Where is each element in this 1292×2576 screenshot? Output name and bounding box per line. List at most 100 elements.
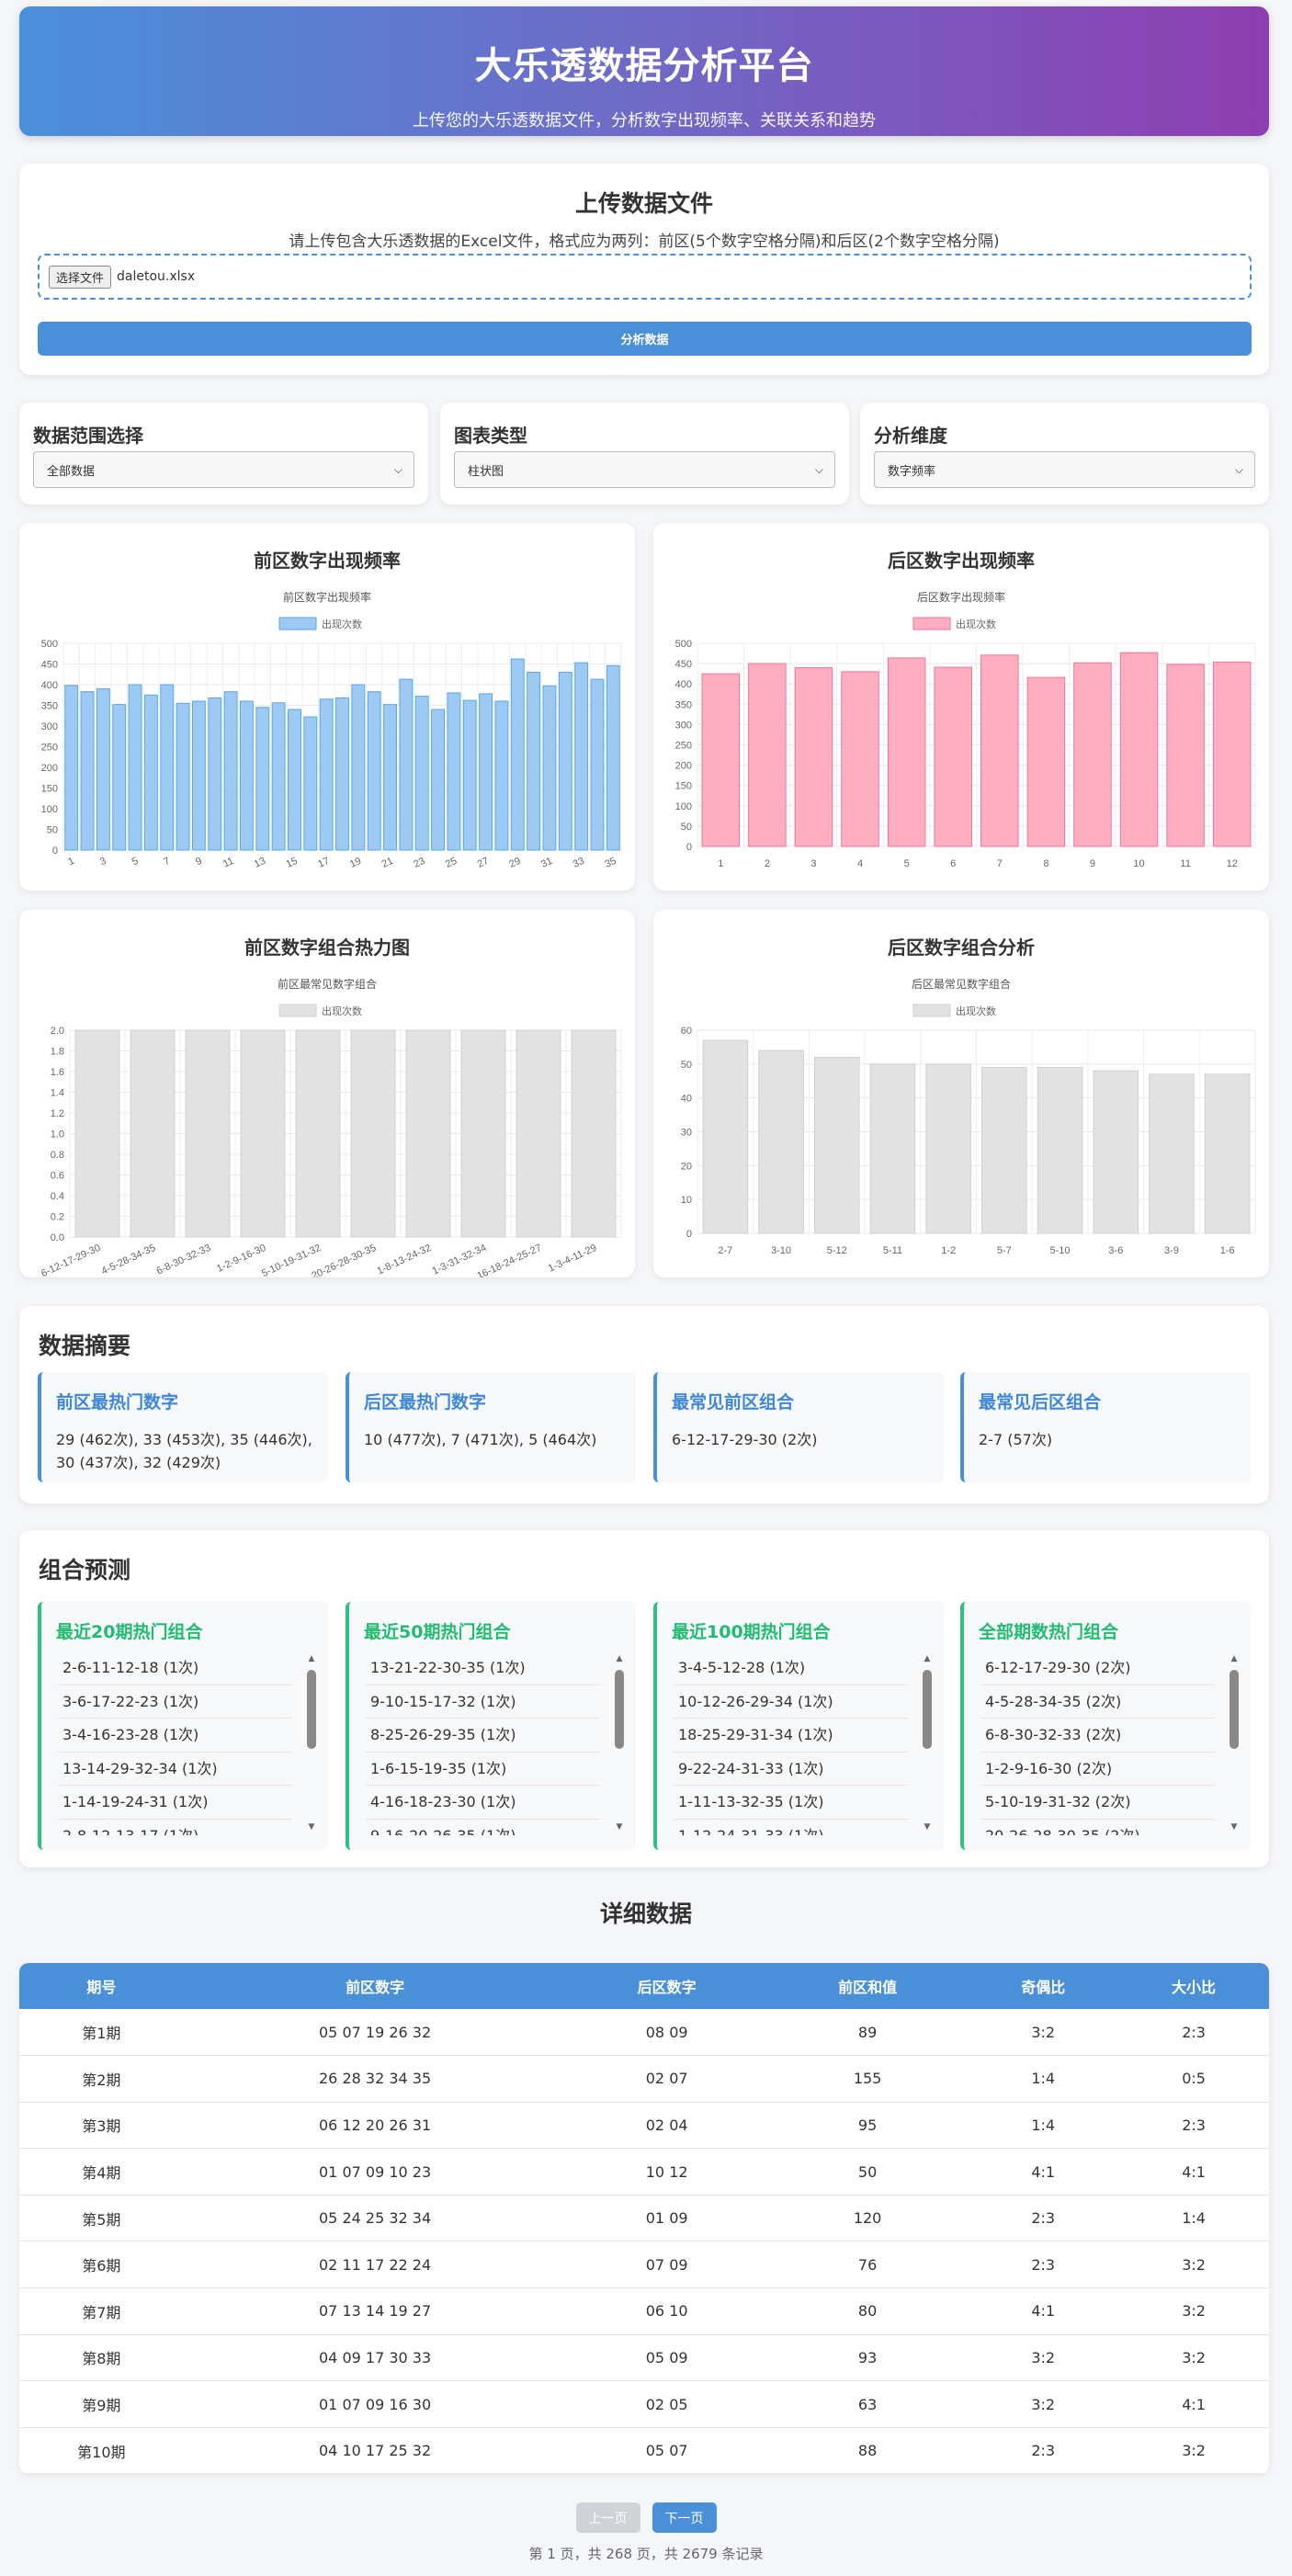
prediction-list[interactable]: 2-6-11-12-18 (1次) 3-6-17-22-23 (1次) 3-4-16… bbox=[58, 1651, 292, 1835]
bar[interactable] bbox=[460, 1029, 506, 1238]
bar[interactable] bbox=[143, 694, 158, 851]
bar[interactable] bbox=[748, 663, 787, 847]
bar[interactable] bbox=[1073, 662, 1112, 847]
scroll-thumb[interactable] bbox=[307, 1670, 316, 1749]
dimension-select[interactable]: 数字频率 ⌵ bbox=[874, 451, 1255, 488]
bar[interactable] bbox=[405, 1029, 451, 1238]
bar[interactable] bbox=[271, 702, 286, 851]
chart-legend[interactable]: 出现次数 bbox=[278, 617, 362, 630]
bar[interactable] bbox=[510, 658, 525, 851]
bar[interactable] bbox=[80, 691, 95, 851]
prev-page-button[interactable]: 上一页 bbox=[575, 2502, 640, 2533]
scrollbar[interactable]: ▲ ▼ bbox=[306, 1653, 317, 1833]
bar[interactable] bbox=[542, 685, 557, 851]
chart-legend[interactable]: 出现次数 bbox=[912, 617, 996, 630]
scroll-down-icon[interactable]: ▼ bbox=[306, 1821, 317, 1833]
next-page-button[interactable]: 下一页 bbox=[652, 2502, 717, 2533]
bar[interactable] bbox=[112, 704, 127, 851]
bar[interactable] bbox=[574, 662, 589, 851]
bar[interactable] bbox=[351, 684, 366, 851]
bar[interactable] bbox=[414, 696, 429, 851]
analyze-button[interactable]: 分析数据 bbox=[38, 322, 1252, 356]
bar[interactable] bbox=[462, 699, 477, 851]
bar[interactable] bbox=[980, 654, 1019, 847]
bar[interactable] bbox=[494, 700, 509, 851]
scroll-up-icon[interactable]: ▲ bbox=[306, 1653, 317, 1664]
bar[interactable] bbox=[527, 672, 541, 851]
bar[interactable] bbox=[794, 667, 833, 847]
prediction-list[interactable]: 6-12-17-29-30 (2次) 4-5-28-34-35 (2次) 6-8-3… bbox=[980, 1651, 1215, 1835]
scroll-down-icon[interactable]: ▼ bbox=[922, 1821, 933, 1833]
bar[interactable] bbox=[255, 707, 270, 851]
bar[interactable] bbox=[367, 691, 381, 851]
scroll-up-icon[interactable]: ▲ bbox=[614, 1653, 625, 1664]
bar[interactable] bbox=[335, 697, 349, 851]
scroll-thumb[interactable] bbox=[615, 1670, 624, 1749]
bar[interactable] bbox=[319, 698, 334, 851]
bar[interactable] bbox=[223, 691, 238, 851]
bar[interactable] bbox=[1093, 1070, 1139, 1234]
bar[interactable] bbox=[1149, 1073, 1195, 1234]
bar[interactable] bbox=[1166, 664, 1205, 847]
scrollbar[interactable]: ▲ ▼ bbox=[614, 1653, 625, 1833]
prediction-list[interactable]: 3-4-5-12-28 (1次) 10-12-26-29-34 (1次) 18-25… bbox=[674, 1651, 908, 1835]
prediction-list[interactable]: 13-21-22-30-35 (1次) 9-10-15-17-32 (1次) 8-2… bbox=[366, 1651, 600, 1835]
bar[interactable] bbox=[240, 700, 254, 851]
scroll-thumb[interactable] bbox=[1230, 1670, 1239, 1749]
bar[interactable] bbox=[191, 700, 206, 851]
scrollbar[interactable]: ▲ ▼ bbox=[922, 1653, 933, 1833]
bar[interactable] bbox=[925, 1063, 971, 1234]
bar[interactable] bbox=[701, 673, 741, 847]
bar[interactable] bbox=[981, 1067, 1027, 1234]
bar[interactable] bbox=[303, 716, 318, 851]
bar[interactable] bbox=[383, 704, 397, 851]
bar[interactable] bbox=[590, 678, 605, 851]
bar[interactable] bbox=[74, 1029, 120, 1238]
bar[interactable] bbox=[176, 702, 190, 851]
scroll-thumb[interactable] bbox=[923, 1670, 932, 1749]
bar[interactable] bbox=[702, 1039, 749, 1234]
bar[interactable] bbox=[758, 1050, 804, 1234]
bar[interactable] bbox=[813, 1056, 860, 1234]
bar[interactable] bbox=[399, 678, 414, 851]
bar[interactable] bbox=[1204, 1073, 1251, 1234]
bar[interactable] bbox=[887, 657, 926, 847]
bar[interactable] bbox=[1037, 1067, 1083, 1234]
bar[interactable] bbox=[841, 671, 879, 847]
bar[interactable] bbox=[934, 666, 972, 847]
bar[interactable] bbox=[295, 1029, 341, 1238]
bar[interactable] bbox=[431, 709, 445, 851]
bar[interactable] bbox=[1119, 652, 1159, 847]
scroll-down-icon[interactable]: ▼ bbox=[614, 1821, 625, 1833]
bar[interactable] bbox=[1026, 676, 1066, 847]
bar[interactable] bbox=[96, 688, 110, 851]
scroll-up-icon[interactable]: ▲ bbox=[1229, 1653, 1240, 1664]
bar[interactable] bbox=[350, 1029, 396, 1238]
bar[interactable] bbox=[208, 697, 222, 851]
range-select[interactable]: 全部数据 ⌵ bbox=[33, 451, 414, 488]
bar[interactable] bbox=[558, 672, 572, 851]
chart-legend[interactable]: 出现次数 bbox=[912, 1004, 996, 1017]
bar[interactable] bbox=[185, 1029, 231, 1238]
bar[interactable] bbox=[447, 692, 461, 851]
bar[interactable] bbox=[128, 684, 142, 851]
bar[interactable] bbox=[130, 1029, 176, 1238]
upload-title: 上传数据文件 bbox=[574, 190, 713, 217]
bar[interactable] bbox=[1212, 661, 1252, 847]
scroll-down-icon[interactable]: ▼ bbox=[1229, 1821, 1240, 1833]
bar[interactable] bbox=[869, 1063, 916, 1234]
chart-type-select[interactable]: 柱状图 ⌵ bbox=[454, 451, 835, 488]
choose-file-button[interactable]: 选择文件 bbox=[49, 265, 112, 289]
bar[interactable] bbox=[516, 1029, 561, 1238]
bar[interactable] bbox=[240, 1029, 286, 1238]
bar[interactable] bbox=[288, 709, 301, 851]
bar[interactable] bbox=[160, 684, 175, 851]
bar[interactable] bbox=[606, 664, 620, 851]
file-dropzone[interactable]: 选择文件 daletou.xlsx bbox=[38, 254, 1252, 300]
bar[interactable] bbox=[479, 693, 493, 851]
scrollbar[interactable]: ▲ ▼ bbox=[1229, 1653, 1240, 1833]
bar[interactable] bbox=[64, 685, 79, 851]
bar[interactable] bbox=[571, 1029, 617, 1238]
chart-legend[interactable]: 出现次数 bbox=[278, 1004, 362, 1017]
scroll-up-icon[interactable]: ▲ bbox=[922, 1653, 933, 1664]
